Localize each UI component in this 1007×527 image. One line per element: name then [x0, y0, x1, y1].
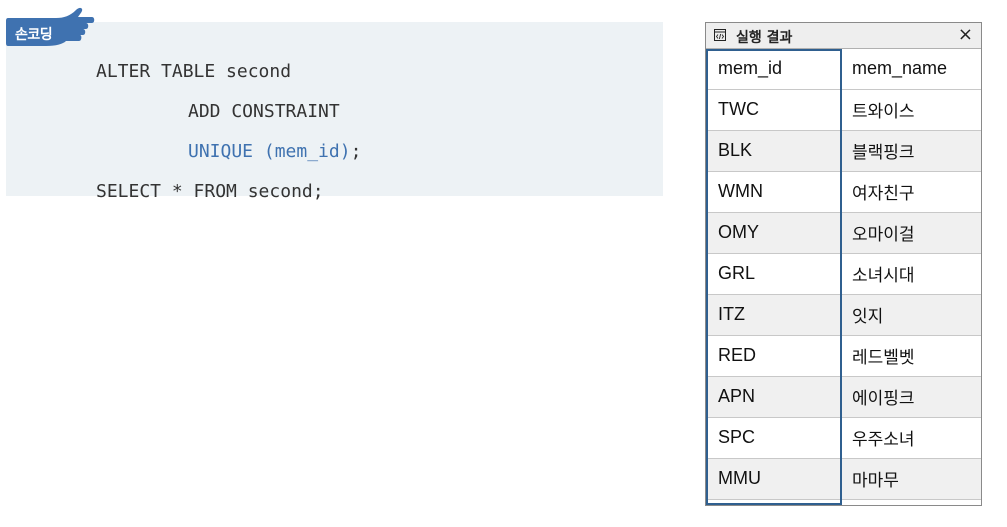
cell-mem-name: 오마이걸 [840, 212, 981, 254]
badge-label: 손코딩 [15, 27, 53, 43]
result-panel: 실행 결과 × mem_id mem_name TWC 트와이스 BLK 블랙핑… [705, 22, 982, 506]
code-window-icon [714, 29, 726, 41]
table-row: APN 에이핑크 [706, 376, 981, 418]
code-line-2: ADD CONSTRAINT [188, 101, 340, 122]
table-row: TWC 트와이스 [706, 89, 981, 131]
cell-mem-name: 블랙핑크 [840, 130, 981, 172]
code-line-4: SELECT * FROM second; [96, 181, 324, 202]
table-row: WMN 여자친구 [706, 171, 981, 213]
cell-mem-id: APN [706, 376, 840, 418]
cell-mem-name: 트와이스 [840, 89, 981, 131]
table-row: GRL 소녀시대 [706, 253, 981, 295]
code-line-3: UNIQUE (mem_id); [96, 132, 361, 172]
result-header: 실행 결과 × [706, 23, 981, 49]
page: ALTER TABLE second ADD CONSTRAINT UNIQUE (… [0, 0, 1007, 527]
table-row: OMY 오마이걸 [706, 212, 981, 254]
column-header-mem-name: mem_name [840, 49, 981, 90]
cell-mem-id: WMN [706, 171, 840, 213]
table-row: MMU 마마무 [706, 458, 981, 500]
column-header-mem-id: mem_id [706, 49, 840, 90]
cell-mem-name: 마마무 [840, 458, 981, 500]
cell-mem-id: BLK [706, 130, 840, 172]
table-row: SPC 우주소녀 [706, 417, 981, 459]
close-icon[interactable]: × [958, 24, 973, 45]
code-keyword-unique: UNIQUE (mem_id) [188, 141, 351, 162]
cell-mem-name: 우주소녀 [840, 417, 981, 459]
cell-mem-id: OMY [706, 212, 840, 254]
table-row: RED 레드벨벳 [706, 335, 981, 377]
code-box: ALTER TABLE second ADD CONSTRAINT UNIQUE (… [6, 22, 663, 202]
cell-mem-name: 레드벨벳 [840, 335, 981, 377]
cell-mem-id: RED [706, 335, 840, 377]
table-header-row: mem_id mem_name [706, 49, 981, 90]
result-table: mem_id mem_name TWC 트와이스 BLK 블랙핑크 WMN 여자… [706, 49, 981, 500]
cell-mem-name: 잇지 [840, 294, 981, 336]
cell-mem-name: 소녀시대 [840, 253, 981, 295]
cell-mem-id: TWC [706, 89, 840, 131]
table-row: ITZ 잇지 [706, 294, 981, 336]
result-title: 실행 결과 [736, 30, 793, 46]
cell-mem-id: SPC [706, 417, 840, 459]
cell-mem-name: 에이핑크 [840, 376, 981, 418]
cell-mem-id: ITZ [706, 294, 840, 336]
table-row: BLK 블랙핑크 [706, 130, 981, 172]
cell-mem-name: 여자친구 [840, 171, 981, 213]
cell-mem-id: MMU [706, 458, 840, 500]
cell-mem-id: GRL [706, 253, 840, 295]
code-block: ALTER TABLE second ADD CONSTRAINT UNIQUE (… [96, 52, 361, 212]
code-line-1: ALTER TABLE second [96, 61, 292, 82]
hand-coding-badge: 손코딩 [6, 2, 96, 62]
code-semicolon: ; [350, 141, 362, 162]
